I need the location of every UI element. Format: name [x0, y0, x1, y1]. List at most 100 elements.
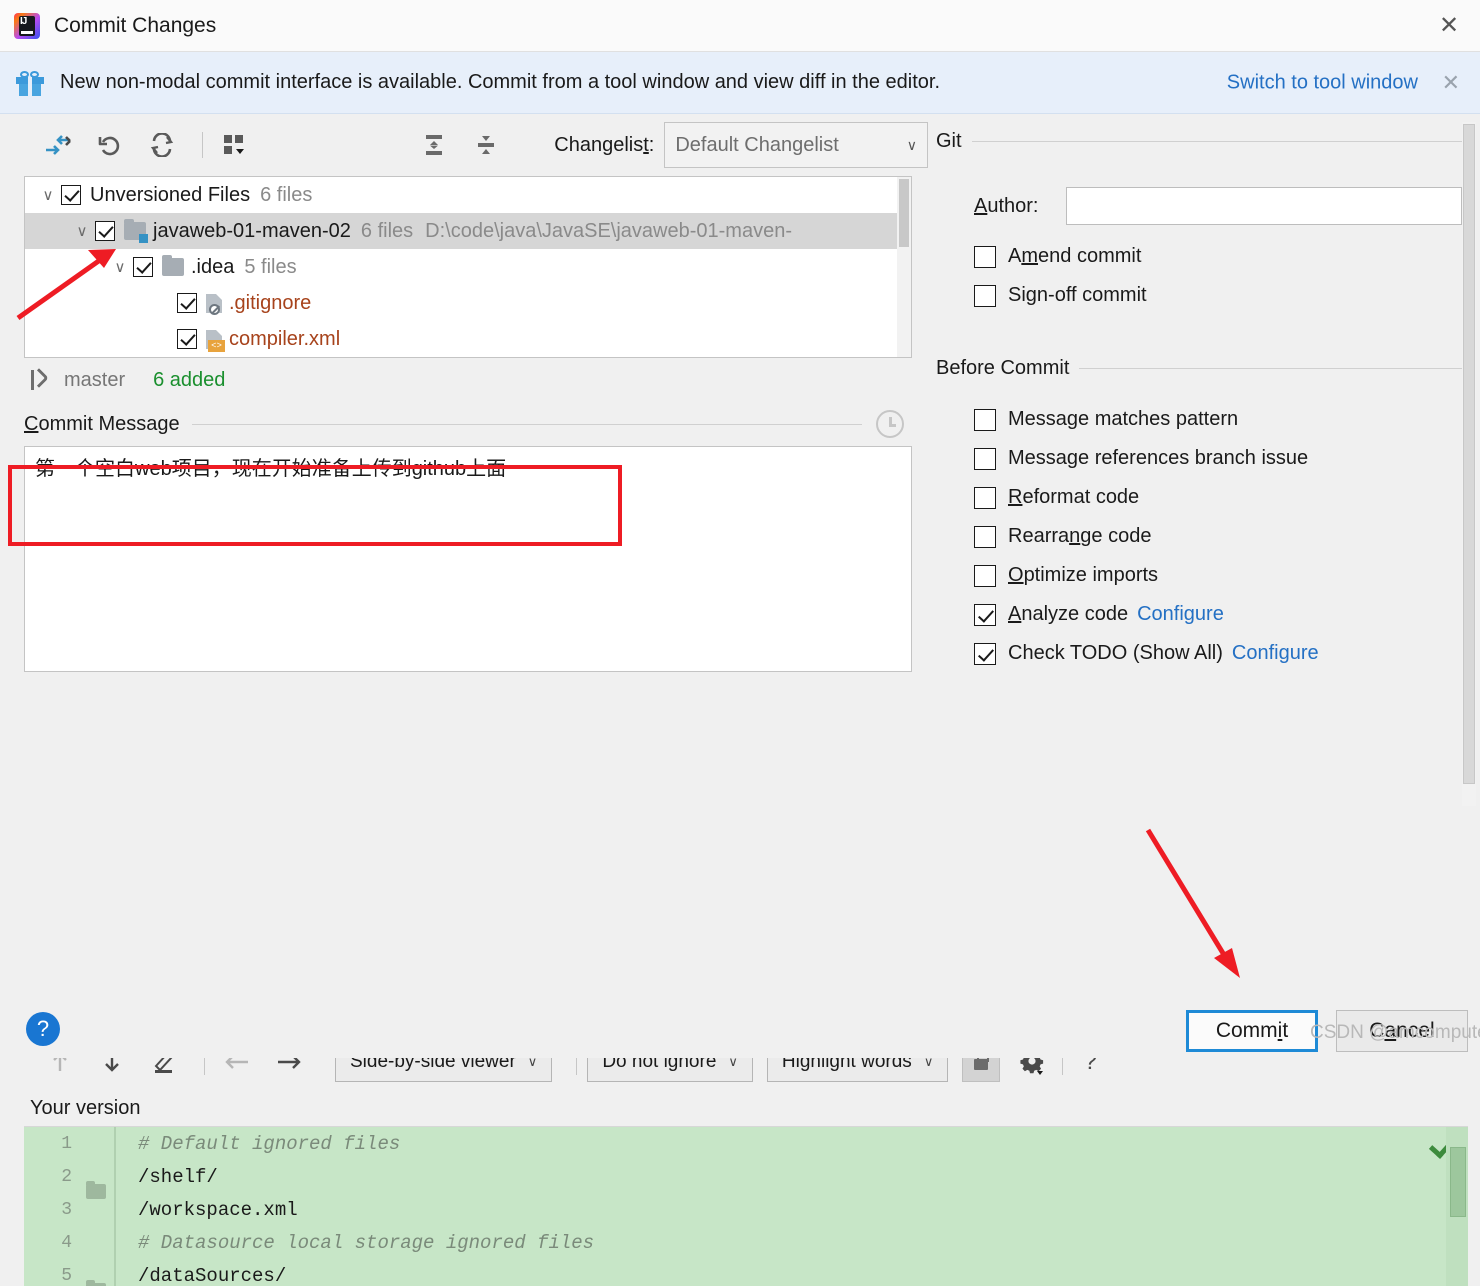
show-diff-icon[interactable]: [36, 125, 80, 165]
check-todo-checkbox[interactable]: Check TODO (Show All) Configure: [928, 634, 1480, 673]
checkbox-box[interactable]: [974, 526, 996, 548]
line-text: # Default ignored files: [116, 1133, 400, 1155]
expand-all-icon[interactable]: [412, 125, 456, 165]
collapse-all-icon[interactable]: [464, 125, 508, 165]
divider: [1079, 368, 1464, 369]
help-button[interactable]: ?: [26, 1012, 60, 1046]
row-checkbox[interactable]: [95, 221, 115, 241]
commit-message-text: 第一个空白web项目，现在开始准备上传到github上面: [35, 458, 506, 480]
tree-node-path: D:\code\java\JavaSE\javaweb-01-maven-: [425, 220, 792, 243]
close-icon[interactable]: ✕: [1432, 9, 1466, 43]
changelist-label: Changelist:: [554, 134, 654, 157]
tree-node-label: javaweb-01-maven-02: [153, 220, 351, 243]
tree-node-label: .idea: [191, 256, 234, 279]
line-text: # Datasource local storage ignored files: [116, 1232, 594, 1254]
switch-to-tool-window-link[interactable]: Switch to tool window: [1227, 71, 1418, 94]
line-number: 4: [24, 1233, 82, 1253]
commit-button[interactable]: Commit: [1186, 1010, 1318, 1052]
line-text: /dataSources/: [116, 1265, 286, 1286]
options-scrollbar[interactable]: [1462, 122, 1476, 806]
chevron-down-icon[interactable]: ∨: [107, 258, 133, 276]
list-item: 4 # Datasource local storage ignored fil…: [24, 1226, 1468, 1259]
author-field[interactable]: [1066, 187, 1462, 225]
checkbox-box[interactable]: [974, 409, 996, 431]
message-matches-pattern-checkbox[interactable]: Message matches pattern: [928, 400, 1480, 439]
line-number: 5: [24, 1266, 82, 1286]
cancel-button[interactable]: Cancel: [1336, 1010, 1468, 1052]
amend-commit-checkbox[interactable]: Amend commit: [928, 237, 1480, 276]
changelist-value: Default Changelist: [675, 134, 906, 157]
commit-message-input[interactable]: 第一个空白web项目，现在开始准备上传到github上面: [24, 446, 912, 672]
notification-banner: New non-modal commit interface is availa…: [0, 52, 1480, 114]
checkbox-box[interactable]: [974, 285, 996, 307]
checkbox-label: Reformat code: [1008, 486, 1139, 509]
table-row[interactable]: ∨ Unversioned Files 6 files: [25, 177, 911, 213]
folder-icon: [162, 258, 184, 276]
tree-node-label: compiler.xml: [229, 328, 340, 351]
tree-node-label: Unversioned Files: [90, 184, 250, 207]
checkbox-label: Optimize imports: [1008, 564, 1158, 587]
rearrange-code-checkbox[interactable]: Rearrange code: [928, 517, 1480, 556]
line-text: /shelf/: [116, 1166, 218, 1188]
dialog-footer: ? Commit Cancel: [0, 1000, 1480, 1058]
chevron-down-icon: ∨: [907, 137, 917, 154]
author-row: Author:: [928, 187, 1480, 225]
analyze-code-checkbox[interactable]: Analyze code Configure: [928, 595, 1480, 634]
checkbox-box[interactable]: [974, 643, 996, 665]
rollback-icon[interactable]: [88, 125, 132, 165]
analyze-code-configure-link[interactable]: Configure: [1137, 603, 1224, 626]
row-checkbox[interactable]: [133, 257, 153, 277]
tree-node-label: .gitignore: [229, 292, 311, 315]
check-todo-configure-link[interactable]: Configure: [1232, 642, 1319, 665]
tree-scrollbar[interactable]: [897, 177, 911, 357]
list-item: 2 /shelf/: [24, 1160, 1468, 1193]
reformat-code-checkbox[interactable]: Reformat code: [928, 478, 1480, 517]
divider: [192, 424, 862, 425]
gitignore-file-icon: [206, 294, 222, 313]
row-checkbox[interactable]: [177, 293, 197, 313]
table-row[interactable]: .gitignore: [25, 285, 911, 321]
commit-options-pane: Git Author: Amend commit Sign-off commit…: [928, 114, 1480, 994]
table-row[interactable]: <> compiler.xml: [25, 321, 911, 357]
list-item: 5 /dataSources/: [24, 1259, 1468, 1286]
git-status-row: master 6 added: [0, 358, 928, 402]
row-checkbox[interactable]: [61, 185, 81, 205]
checkbox-box[interactable]: [974, 448, 996, 470]
intellij-idea-logo-icon: [14, 13, 40, 39]
banner-close-icon[interactable]: ✕: [1442, 72, 1460, 94]
changelist-dropdown[interactable]: Default Changelist ∨: [664, 122, 928, 168]
line-number: 3: [24, 1200, 82, 1220]
diff-pane-label: Your version: [0, 1090, 1480, 1126]
before-commit-title: Before Commit: [936, 357, 1069, 380]
message-references-branch-issue-checkbox[interactable]: Message references branch issue: [928, 439, 1480, 478]
xml-file-icon: <>: [206, 330, 222, 349]
changes-toolbar: Changelist: Default Changelist ∨: [0, 114, 928, 176]
line-number: 1: [24, 1134, 82, 1154]
optimize-imports-checkbox[interactable]: Optimize imports: [928, 556, 1480, 595]
tree-node-count: 6 files: [361, 220, 413, 243]
checkbox-box[interactable]: [974, 487, 996, 509]
chevron-down-icon[interactable]: ∨: [69, 222, 95, 240]
commit-message-header: Commit Message: [0, 402, 928, 446]
line-text: /workspace.xml: [116, 1199, 298, 1221]
checkbox-box[interactable]: [974, 604, 996, 626]
changes-tree[interactable]: ∨ Unversioned Files 6 files ∨ javaweb-01…: [24, 176, 912, 358]
commit-message-label: Commit Message: [24, 413, 180, 436]
checkbox-box[interactable]: [974, 565, 996, 587]
diff-content[interactable]: 1 # Default ignored files 2 /shelf/ 3 /w…: [24, 1126, 1468, 1286]
git-section-header: Git: [928, 130, 1480, 153]
table-row[interactable]: ∨ javaweb-01-maven-02 6 files D:\code\ja…: [25, 213, 911, 249]
checkbox-label: Message references branch issue: [1008, 447, 1308, 470]
before-commit-section-header: Before Commit: [928, 357, 1480, 380]
group-by-icon[interactable]: [213, 125, 257, 165]
line-number: 2: [24, 1167, 82, 1187]
signoff-commit-checkbox[interactable]: Sign-off commit: [928, 276, 1480, 315]
diff-scrollbar[interactable]: [1446, 1127, 1468, 1286]
checkbox-box[interactable]: [974, 246, 996, 268]
window-title-bar: Commit Changes ✕: [0, 0, 1480, 52]
chevron-down-icon[interactable]: ∨: [35, 186, 61, 204]
row-checkbox[interactable]: [177, 329, 197, 349]
clock-icon[interactable]: [876, 410, 904, 438]
table-row[interactable]: ∨ .idea 5 files: [25, 249, 911, 285]
refresh-icon[interactable]: [140, 125, 184, 165]
